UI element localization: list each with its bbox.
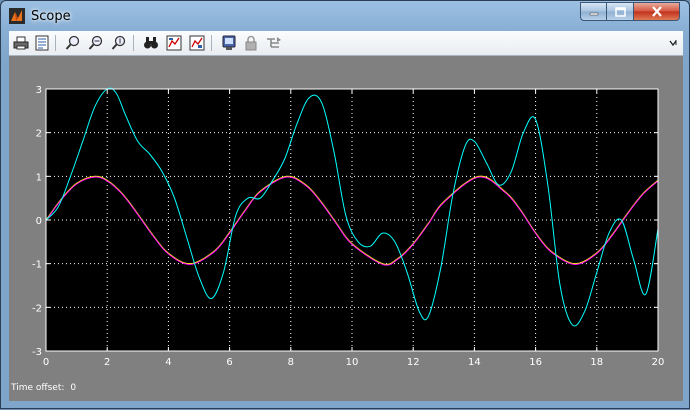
scope-plot[interactable]: 0 2 4 6 8 10 12 14 16 18 203210-1-2-3 xyxy=(1,1,690,410)
y-tick-label: -3 xyxy=(32,347,42,358)
y-tick-label: -2 xyxy=(32,303,42,314)
y-tick-label: 1 xyxy=(36,172,42,183)
time-offset-label: Time offset: xyxy=(11,383,65,393)
time-offset-value: 0 xyxy=(70,383,77,393)
scope-window: Scope 0 2 4 6 8 10 12 14 16 18 20 3 2 1 … xyxy=(0,0,690,409)
y-tick-label: 2 xyxy=(36,129,42,140)
x-tick-label: 4 xyxy=(165,357,171,368)
y-tick-label: 3 xyxy=(36,85,42,96)
time-offset: Time offset: 0 xyxy=(11,383,76,393)
y-tick-label: 0 xyxy=(36,216,42,227)
x-tick-label: 20 xyxy=(652,357,665,368)
x-tick-label: 0 xyxy=(43,357,49,368)
x-tick-label: 8 xyxy=(288,357,294,368)
x-tick-label: 16 xyxy=(529,357,542,368)
x-tick-label: 18 xyxy=(590,357,603,368)
x-tick-label: 10 xyxy=(346,357,359,368)
x-tick-label: 14 xyxy=(468,357,481,368)
x-tick-label: 12 xyxy=(407,357,420,368)
y-tick-label: -1 xyxy=(32,260,42,271)
x-tick-label: 2 xyxy=(104,357,110,368)
x-tick-label: 6 xyxy=(226,357,232,368)
